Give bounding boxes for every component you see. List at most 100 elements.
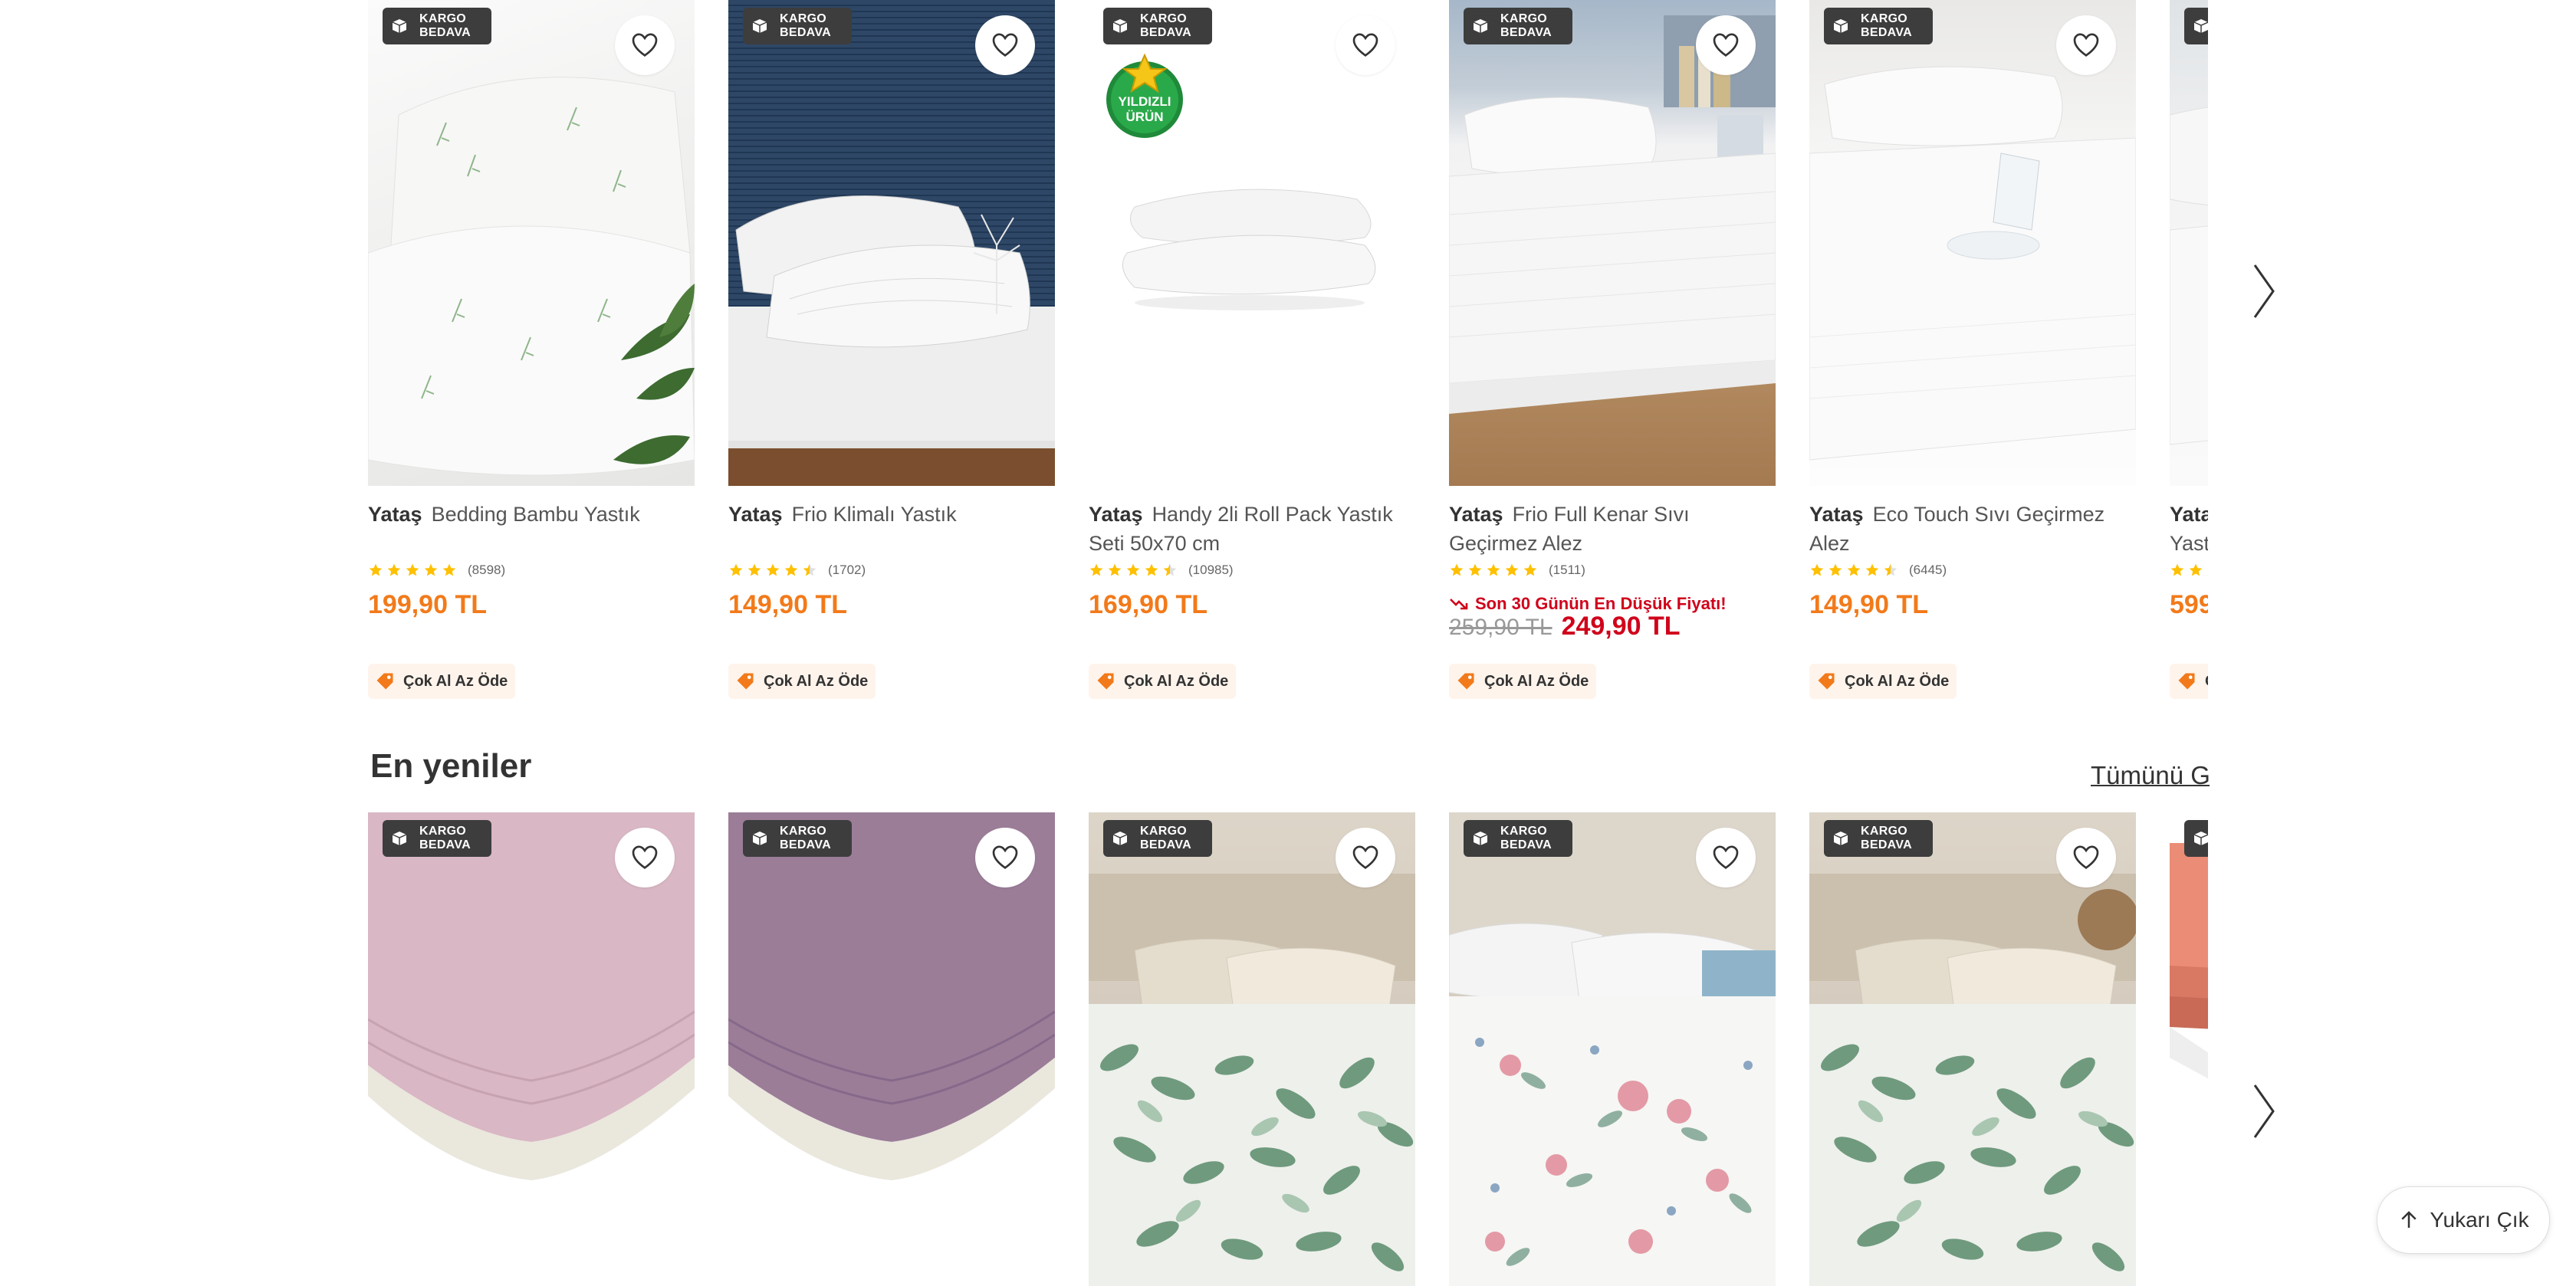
badge-text: KARGO xyxy=(1861,12,1908,25)
view-all-link[interactable]: Tümünü Gör xyxy=(2091,761,2210,790)
star-icon xyxy=(1145,563,1158,576)
favorite-button[interactable] xyxy=(1696,15,1756,75)
free-shipping-badge: KARGOBEDAVA xyxy=(1824,8,1933,44)
heart-icon xyxy=(2073,33,2099,57)
star-product-badge: YILDIZLI ÜRÜN xyxy=(1102,53,1187,138)
favorite-button[interactable] xyxy=(615,828,675,887)
free-shipping-badge: KARGOBEDAVA xyxy=(743,820,852,857)
chevron-right-icon xyxy=(2253,264,2275,318)
promo-tag[interactable]: Çok Al Az Öde xyxy=(1449,664,1597,699)
scroll-to-top-button[interactable]: Yukarı Çık xyxy=(2377,1186,2550,1254)
favorite-button[interactable] xyxy=(975,828,1035,887)
favorite-button[interactable] xyxy=(1696,828,1756,887)
product-image[interactable]: KARGO BEDAVA YILDIZLI ÜRÜN xyxy=(1089,0,1415,486)
promo-label: Çok Al Az Öde xyxy=(2205,673,2208,691)
product-price: 149,90 TL xyxy=(1809,590,1928,619)
recommended-carousel: KARGO BEDAVA Yataş Bedding Bambu Yastık (8… xyxy=(368,0,2208,705)
favorite-button[interactable] xyxy=(975,15,1035,75)
promo-label: Çok Al Az Öde xyxy=(1845,672,1950,690)
box-icon xyxy=(392,19,407,33)
product-image[interactable]: KARGOBEDAVA xyxy=(1449,0,1776,486)
product-image[interactable]: KARGOBEDAVA xyxy=(728,812,1055,1286)
favorite-button[interactable] xyxy=(2056,828,2116,887)
heart-icon xyxy=(1352,845,1378,869)
promo-tag[interactable]: Çok Al Az Öde xyxy=(1809,664,1957,699)
free-shipping-badge: KARGOBEDAVA xyxy=(1464,8,1572,44)
chevron-right-icon xyxy=(2253,1084,2275,1138)
rating-stars xyxy=(1089,563,1178,578)
product-title[interactable]: Yataş Yastık S xyxy=(2170,500,2208,558)
box-icon xyxy=(1833,19,1848,33)
product-title[interactable]: Yataş Bedding Bambu Yastık xyxy=(368,500,695,529)
star-icon xyxy=(2189,563,2203,576)
tag-icon xyxy=(376,673,393,690)
star-icon xyxy=(803,563,816,576)
product-image[interactable]: KARGOBEDAVA xyxy=(1809,0,2136,486)
rating xyxy=(2170,563,2208,578)
star-icon xyxy=(2207,568,2208,569)
free-shipping-badge: KARGOBEDAVA xyxy=(1824,820,1933,857)
product-image[interactable]: KARGOBEDAVA xyxy=(368,0,695,486)
carousel-next-button[interactable] xyxy=(2245,257,2283,326)
promo-tag[interactable]: Çok Al Az Öde xyxy=(1089,664,1237,699)
product-title[interactable]: Yataş Frio Klimalı Yastık xyxy=(728,500,1055,529)
rating-stars xyxy=(1449,563,1538,578)
badge-text: KARGO xyxy=(419,825,467,838)
promo-tag[interactable]: Çok Al Az Öde xyxy=(2170,664,2208,699)
star-badge-text: ÜRÜN xyxy=(1125,110,1163,124)
product-image[interactable]: KARGOBEDAVA xyxy=(368,812,695,1286)
product-image[interactable]: KARGOBEDAVA xyxy=(1449,812,1776,1286)
star-icon xyxy=(442,563,456,576)
badge-text: KARGO xyxy=(1140,825,1188,838)
rating-stars xyxy=(2170,563,2208,578)
old-price: 259,90 TL xyxy=(1449,615,1552,640)
promo-label: Çok Al Az Öde xyxy=(764,672,869,690)
product-image[interactable]: KARGOBEDAVA xyxy=(728,0,1055,486)
badge-text: KARGO xyxy=(419,12,467,25)
star-icon xyxy=(729,563,743,576)
product-name: Yastık S xyxy=(2170,532,2208,555)
promo-tag[interactable]: Çok Al Az Öde xyxy=(728,664,876,699)
heart-icon xyxy=(1352,33,1378,57)
badge-text: BEDAVA xyxy=(419,838,471,851)
star-icon xyxy=(387,563,401,576)
favorite-button[interactable] xyxy=(1336,15,1395,75)
tag-icon xyxy=(2178,673,2195,690)
badge-text: BEDAVA xyxy=(1140,26,1191,39)
star-icon xyxy=(1810,563,1824,576)
favorite-button[interactable] xyxy=(1336,828,1395,887)
heart-icon xyxy=(1713,845,1739,869)
box-icon xyxy=(1112,832,1128,845)
product-brand: Yataş xyxy=(2170,503,2208,526)
star-icon xyxy=(1468,563,1482,576)
section-title: En yeniler xyxy=(370,747,532,785)
promo-tag[interactable]: Çok Al Az Öde xyxy=(368,664,516,699)
star-icon xyxy=(1108,563,1122,576)
favorite-button[interactable] xyxy=(615,15,675,75)
product-image[interactable]: KARGOBEDAVA xyxy=(2170,0,2208,486)
product-name: Bedding Bambu Yastık xyxy=(431,503,640,526)
product-image[interactable]: KARGOBEDAVA xyxy=(1089,812,1415,1286)
tag-icon xyxy=(1097,673,1114,690)
star-icon xyxy=(748,563,761,576)
product-title[interactable]: Yataş Handy 2li Roll Pack Yastık Seti 50x… xyxy=(1089,500,1415,558)
rating: (1511) xyxy=(1449,563,1585,578)
product-title[interactable]: Yataş Frio Full Kenar Sıvı Geçirmez Alez xyxy=(1449,500,1776,558)
promo-label: Çok Al Az Öde xyxy=(1484,672,1589,690)
star-icon xyxy=(369,563,383,576)
heart-icon xyxy=(992,33,1018,57)
carousel-next-button[interactable] xyxy=(2245,1077,2283,1146)
heart-icon xyxy=(632,845,658,869)
box-icon xyxy=(1473,19,1488,33)
badge-text: BEDAVA xyxy=(1140,838,1191,851)
trend-down-icon xyxy=(1450,599,1468,610)
rating: (8598) xyxy=(368,563,505,578)
free-shipping-badge: KARGOBEDAVA xyxy=(1464,820,1572,857)
product-image[interactable]: KARGOBEDAVA xyxy=(2170,812,2208,1286)
product-image[interactable]: KARGOBEDAVA xyxy=(1809,812,2136,1286)
review-count: (8598) xyxy=(468,563,506,577)
heart-icon xyxy=(1713,33,1739,57)
favorite-button[interactable] xyxy=(2056,15,2116,75)
star-icon xyxy=(1126,563,1140,576)
product-title[interactable]: Yataş Eco Touch Sıvı Geçirmez Alez xyxy=(1809,500,2136,558)
